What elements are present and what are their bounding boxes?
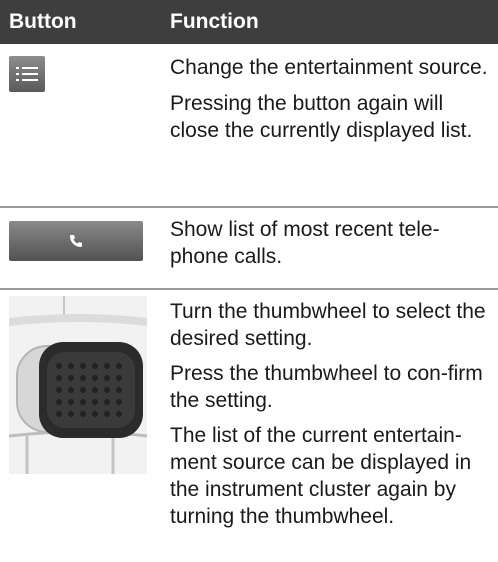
function-cell: Change the entertainment source. Pressin… xyxy=(170,44,498,206)
table-header: Button Function xyxy=(0,0,498,44)
function-text: The list of the current entertain-ment s… xyxy=(170,424,472,528)
table-row: Show list of most recent tele-phone call… xyxy=(0,208,498,288)
header-button-column: Button xyxy=(9,10,77,33)
button-cell xyxy=(0,290,170,562)
function-text: Show list of most recent tele-phone call… xyxy=(170,218,440,268)
function-cell: Turn the thumbwheel to select the desire… xyxy=(170,290,498,562)
function-text: Turn the thumbwheel to select the desire… xyxy=(170,300,486,350)
table-row: Change the entertainment source. Pressin… xyxy=(0,44,498,206)
table-row: Turn the thumbwheel to select the desire… xyxy=(0,290,498,562)
button-function-table: Button Function Change the entertainment… xyxy=(0,0,498,562)
thumbwheel-image xyxy=(9,296,147,474)
function-text: Change the entertainment source. xyxy=(170,56,488,79)
function-text: Press the thumbwheel to con-firm the set… xyxy=(170,362,483,412)
button-cell xyxy=(0,208,170,288)
function-text: Pressing the button again will close the… xyxy=(170,92,473,142)
function-cell: Show list of most recent tele-phone call… xyxy=(170,208,498,288)
header-function-column: Function xyxy=(170,10,259,33)
button-cell xyxy=(0,44,170,206)
list-icon xyxy=(9,56,45,92)
phone-icon xyxy=(9,221,143,261)
